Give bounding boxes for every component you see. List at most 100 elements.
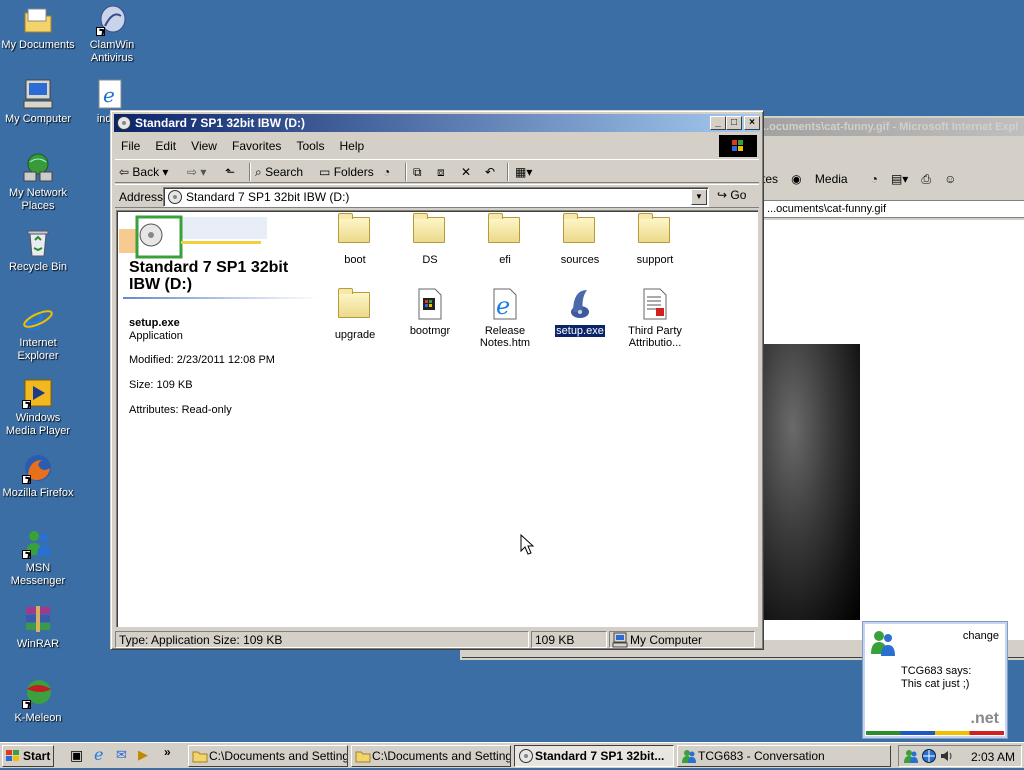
- explorer-titlebar[interactable]: Standard 7 SP1 32bit IBW (D:) _ □ ×: [114, 114, 760, 132]
- desktop-icon-k-meleon[interactable]: K-Meleon: [0, 677, 76, 725]
- address-field[interactable]: Standard 7 SP1 32bit IBW (D:) ▼: [163, 187, 709, 207]
- search-label: Search: [265, 165, 304, 179]
- volume-tray-icon[interactable]: [939, 748, 955, 764]
- ie-messenger-icon[interactable]: ☺: [944, 172, 956, 186]
- desktop-icon-internet-explorer[interactable]: e Internet Explorer: [0, 300, 76, 363]
- explorer-window[interactable]: Standard 7 SP1 32bit IBW (D:) _ □ × File…: [110, 110, 764, 650]
- network-tray-icon[interactable]: [921, 748, 937, 764]
- folders-button[interactable]: ▭ Folders: [319, 162, 374, 182]
- file-label: bootmgr: [409, 325, 451, 337]
- selected-file-attributes: Attributes: Read-only: [129, 404, 232, 416]
- msn-tray-icon[interactable]: [903, 748, 919, 764]
- folder-icon: [488, 213, 522, 249]
- menu-help[interactable]: Help: [334, 135, 371, 153]
- ie-print-icon[interactable]: ⎙: [921, 172, 931, 187]
- undo-button[interactable]: ↶: [485, 162, 495, 182]
- ie-edit-icon[interactable]: ▤▾: [891, 172, 908, 186]
- taskbar-button-conversation[interactable]: TCG683 - Conversation: [677, 745, 891, 767]
- minimize-button[interactable]: _: [710, 116, 726, 130]
- outlook-express-icon[interactable]: ✉: [116, 747, 127, 763]
- maximize-button[interactable]: □: [726, 116, 742, 130]
- menu-tools[interactable]: Tools: [290, 135, 330, 153]
- address-dropdown-button[interactable]: ▼: [691, 189, 707, 205]
- side-panel-title: Standard 7 SP1 32bit IBW (D:): [129, 259, 289, 293]
- svg-text:e: e: [103, 83, 115, 107]
- internet-explorer-icon[interactable]: e: [94, 745, 103, 764]
- taskbar-button-documents-1[interactable]: C:\Documents and Setting...: [188, 745, 348, 767]
- folder-item-ds[interactable]: DS: [390, 213, 470, 266]
- desktop-icon-msn-messenger[interactable]: MSN Messenger: [0, 527, 76, 588]
- menu-edit[interactable]: Edit: [149, 135, 182, 153]
- forward-arrow-icon: ⇨: [187, 165, 198, 179]
- desktop-icon-firefox[interactable]: Mozilla Firefox: [0, 452, 76, 500]
- ie-history-icon[interactable]: ◔: [871, 172, 878, 186]
- show-desktop-icon[interactable]: ▣: [70, 747, 83, 764]
- move-to-button[interactable]: ⧉: [413, 162, 422, 182]
- desktop-icon-winrar[interactable]: WinRAR: [0, 603, 76, 651]
- menu-file[interactable]: File: [115, 135, 146, 153]
- desktop-icon-media-player[interactable]: Windows Media Player: [0, 377, 76, 438]
- start-button[interactable]: Start: [2, 745, 54, 767]
- menu-favorites[interactable]: Favorites: [226, 135, 287, 153]
- folder-icon: [355, 748, 371, 764]
- winrar-icon: [22, 603, 54, 635]
- drive-icon: [167, 189, 183, 205]
- msn-notification[interactable]: change TCG683 says: This cat just ;) .ne…: [862, 621, 1008, 739]
- change-link[interactable]: change: [963, 630, 999, 642]
- close-button[interactable]: ×: [744, 116, 760, 130]
- menu-view[interactable]: View: [185, 135, 223, 153]
- computer-icon: [22, 78, 54, 110]
- file-item-release-notes[interactable]: e Release Notes.htm: [465, 288, 545, 349]
- shortcut-arrow-icon: [96, 27, 105, 36]
- msn-net-logo: .net: [970, 710, 999, 727]
- folder-item-efi[interactable]: efi: [465, 213, 545, 266]
- folders-label: Folders: [333, 165, 374, 179]
- folder-item-sources[interactable]: sources: [540, 213, 620, 266]
- file-item-bootmgr[interactable]: bootmgr: [390, 288, 470, 337]
- toast-sender: TCG683 says:: [901, 665, 972, 677]
- ie-toolbar-partial[interactable]: tes: [762, 172, 778, 186]
- taskbar-button-documents-2[interactable]: C:\Documents and Setting...: [351, 745, 511, 767]
- copy-to-button[interactable]: ⧈: [437, 162, 445, 182]
- folder-item-boot[interactable]: boot: [315, 213, 395, 266]
- ie-media-button[interactable]: ◉ Media: [791, 172, 858, 186]
- task-label: C:\Documents and Setting...: [209, 749, 348, 763]
- search-icon: ⌕: [255, 165, 262, 179]
- delete-button[interactable]: ✕: [461, 162, 471, 182]
- folder-content[interactable]: Standard 7 SP1 32bit IBW (D:) setup.exe …: [116, 210, 758, 627]
- taskbar-clock[interactable]: 2:03 AM: [971, 750, 1015, 764]
- taskbar-button-explorer[interactable]: Standard 7 SP1 32bit...: [514, 745, 674, 767]
- views-button[interactable]: ▦▾: [515, 162, 532, 182]
- shortcut-arrow-icon: [22, 400, 31, 409]
- shortcut-arrow-icon: [22, 550, 31, 559]
- ie-address-field[interactable]: ...ocuments\cat-funny.gif: [762, 200, 1024, 218]
- back-button[interactable]: ⇦ Back ▾: [119, 162, 168, 182]
- desktop-icon-clamwin[interactable]: ClamWin Antivirus: [74, 4, 150, 65]
- toast-message[interactable]: TCG683 says: This cat just ;): [901, 665, 971, 691]
- cat-photo-image: [764, 344, 860, 620]
- folder-item-support[interactable]: support: [615, 213, 695, 266]
- media-player-icon[interactable]: ▶: [138, 747, 148, 763]
- go-button[interactable]: ↪ Go: [717, 188, 746, 202]
- history-button[interactable]: ◔: [383, 162, 390, 182]
- toast-color-bar: [866, 731, 1004, 735]
- file-item-third-party[interactable]: Third Party Attributio...: [615, 288, 695, 349]
- desktop-icon-label: My Network Places: [8, 187, 68, 212]
- start-label: Start: [23, 749, 51, 763]
- forward-button[interactable]: ⇨ ▾: [187, 162, 206, 182]
- folder-icon: [338, 213, 372, 249]
- file-item-setup-exe[interactable]: setup.exe: [540, 288, 620, 338]
- desktop-icon-my-computer[interactable]: My Computer: [0, 78, 76, 126]
- status-zone: My Computer: [609, 631, 755, 648]
- document-icon: [638, 288, 672, 320]
- desktop-icon-network-places[interactable]: My Network Places: [0, 152, 76, 213]
- file-label: sources: [560, 254, 600, 266]
- quick-launch-more-icon[interactable]: »: [164, 745, 171, 759]
- ie-document-icon: e: [94, 78, 126, 110]
- desktop-icon-my-documents[interactable]: My Documents: [0, 4, 76, 52]
- search-button[interactable]: ⌕ Search: [255, 162, 303, 182]
- folder-item-upgrade[interactable]: upgrade: [315, 288, 395, 341]
- desktop-icon-recycle-bin[interactable]: Recycle Bin: [0, 226, 76, 274]
- up-folder-button[interactable]: ⬑: [225, 162, 235, 182]
- svg-text:e: e: [496, 292, 510, 320]
